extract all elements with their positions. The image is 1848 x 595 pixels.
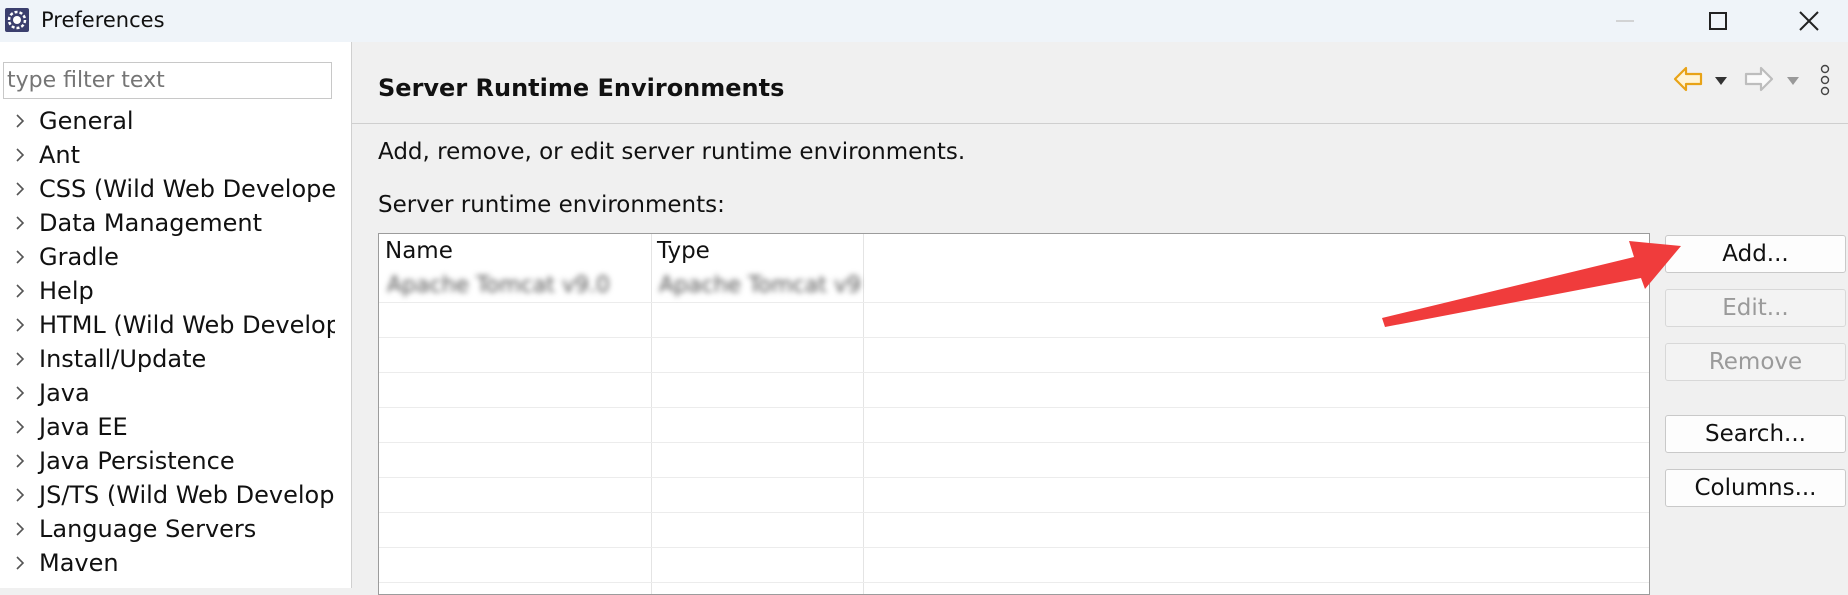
empty-row bbox=[379, 478, 1649, 513]
empty-row bbox=[379, 408, 1649, 443]
tree-item-general[interactable]: General bbox=[0, 104, 335, 138]
chevron-right-icon[interactable] bbox=[0, 113, 39, 129]
preference-tree: General Ant CSS (Wild Web Developer) Dat… bbox=[0, 104, 335, 580]
window-title: Preferences bbox=[41, 8, 165, 32]
table-header: Name Type bbox=[379, 234, 1649, 268]
chevron-right-icon[interactable] bbox=[0, 487, 39, 503]
tree-item-label: JS/TS (Wild Web Developer) bbox=[39, 481, 335, 509]
tree-item-help[interactable]: Help bbox=[0, 274, 335, 308]
tree-item-html[interactable]: HTML (Wild Web Developer) bbox=[0, 308, 335, 342]
back-arrow-icon[interactable] bbox=[1672, 64, 1704, 94]
chevron-right-icon[interactable] bbox=[0, 555, 39, 571]
maximize-icon bbox=[1709, 12, 1727, 30]
page-description: Add, remove, or edit server runtime envi… bbox=[378, 139, 966, 165]
maximize-button[interactable] bbox=[1683, 0, 1753, 42]
tree-item-java[interactable]: Java bbox=[0, 376, 335, 410]
empty-row bbox=[379, 443, 1649, 478]
tree-item-ant[interactable]: Ant bbox=[0, 138, 335, 172]
tree-item-gradle[interactable]: Gradle bbox=[0, 240, 335, 274]
close-icon bbox=[1799, 11, 1819, 31]
tree-item-js-ts[interactable]: JS/TS (Wild Web Developer) bbox=[0, 478, 335, 512]
empty-row bbox=[379, 373, 1649, 408]
chevron-right-icon[interactable] bbox=[0, 385, 39, 401]
chevron-right-icon[interactable] bbox=[0, 419, 39, 435]
runtime-name-cell: Apache Tomcat v9.0 bbox=[387, 273, 610, 298]
chevron-right-icon[interactable] bbox=[0, 317, 39, 333]
minimize-button[interactable] bbox=[1590, 0, 1660, 42]
tree-item-label: Data Management bbox=[39, 209, 263, 237]
forward-arrow-icon[interactable] bbox=[1743, 64, 1775, 94]
tree-item-label: Help bbox=[39, 277, 94, 305]
column-header-name[interactable]: Name bbox=[379, 234, 651, 268]
tree-item-label: Java bbox=[39, 379, 90, 407]
page-title: Server Runtime Environments bbox=[378, 74, 785, 102]
more-options-icon[interactable] bbox=[1819, 64, 1831, 96]
forward-history-dropdown-icon[interactable] bbox=[1786, 76, 1800, 86]
tree-item-label: General bbox=[39, 107, 134, 135]
chevron-right-icon[interactable] bbox=[0, 521, 39, 537]
tree-item-data-management[interactable]: Data Management bbox=[0, 206, 335, 240]
close-button[interactable] bbox=[1774, 0, 1844, 42]
tree-item-label: CSS (Wild Web Developer) bbox=[39, 175, 335, 203]
tree-item-install-update[interactable]: Install/Update bbox=[0, 342, 335, 376]
tree-item-label: Java EE bbox=[39, 413, 128, 441]
chevron-right-icon[interactable] bbox=[0, 351, 39, 367]
edit-button[interactable]: Edit... bbox=[1665, 289, 1846, 327]
tree-item-label: Gradle bbox=[39, 243, 119, 271]
runtime-list-label: Server runtime environments: bbox=[378, 192, 725, 218]
chevron-right-icon[interactable] bbox=[0, 147, 39, 163]
header-separator bbox=[352, 123, 1848, 124]
table-row[interactable]: Apache Tomcat v9.0 Apache Tomcat v9.0 bbox=[379, 268, 1649, 303]
tree-item-java-ee[interactable]: Java EE bbox=[0, 410, 335, 444]
title-bar: Preferences bbox=[0, 0, 1848, 42]
tree-item-java-persistence[interactable]: Java Persistence bbox=[0, 444, 335, 478]
eclipse-app-icon bbox=[5, 8, 29, 32]
search-button[interactable]: Search... bbox=[1665, 415, 1846, 453]
preference-page: Server Runtime Environments Add, remove,… bbox=[352, 42, 1848, 595]
chevron-right-icon[interactable] bbox=[0, 283, 39, 299]
filter-input[interactable] bbox=[3, 62, 332, 99]
chevron-right-icon[interactable] bbox=[0, 215, 39, 231]
tree-item-label: Language Servers bbox=[39, 515, 257, 543]
chevron-right-icon[interactable] bbox=[0, 181, 39, 197]
tree-item-language-servers[interactable]: Language Servers bbox=[0, 512, 335, 546]
back-history-dropdown-icon[interactable] bbox=[1714, 76, 1728, 86]
tree-item-css[interactable]: CSS (Wild Web Developer) bbox=[0, 172, 335, 206]
remove-button[interactable]: Remove bbox=[1665, 343, 1846, 381]
tree-item-label: Maven bbox=[39, 549, 119, 577]
empty-row bbox=[379, 513, 1649, 548]
tree-item-label: Install/Update bbox=[39, 345, 207, 373]
empty-row bbox=[379, 338, 1649, 373]
add-button[interactable]: Add... bbox=[1665, 235, 1846, 273]
minimize-icon bbox=[1616, 20, 1634, 22]
preferences-sidebar: General Ant CSS (Wild Web Developer) Dat… bbox=[0, 42, 352, 588]
columns-button[interactable]: Columns... bbox=[1665, 469, 1846, 507]
empty-row bbox=[379, 548, 1649, 583]
empty-row bbox=[379, 303, 1649, 338]
chevron-right-icon[interactable] bbox=[0, 249, 39, 265]
runtime-type-cell: Apache Tomcat v9.0 bbox=[659, 273, 863, 298]
runtime-table[interactable]: Name Type Apache Tomcat v9.0 Apache Tomc… bbox=[378, 233, 1650, 595]
chevron-right-icon[interactable] bbox=[0, 453, 39, 469]
column-header-type[interactable]: Type bbox=[651, 234, 863, 268]
tree-item-maven[interactable]: Maven bbox=[0, 546, 335, 580]
tree-item-label: HTML (Wild Web Developer) bbox=[39, 311, 335, 339]
tree-item-label: Java Persistence bbox=[39, 447, 235, 475]
tree-item-label: Ant bbox=[39, 141, 81, 169]
